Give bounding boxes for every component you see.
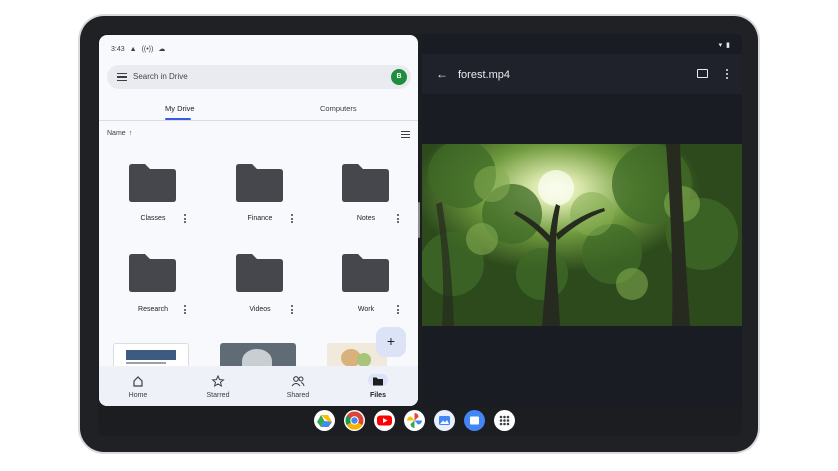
avatar[interactable]: B xyxy=(391,69,407,85)
more-options-icon[interactable] xyxy=(290,214,294,225)
status-bar: 3:43 ▲ ((•)) ☁ xyxy=(111,43,165,55)
forest-video-image xyxy=(422,144,742,326)
tablet-bezel: 3:43 ▲ ((•)) ☁ Search in Drive B My Driv… xyxy=(80,16,758,452)
tab-my-drive[interactable]: My Drive xyxy=(165,104,195,113)
home-icon xyxy=(128,374,148,387)
folder-icon xyxy=(342,164,389,202)
nav-label: Shared xyxy=(286,392,310,399)
app-launcher-icon[interactable] xyxy=(494,410,515,431)
status-icons: ▾ ▮ xyxy=(719,41,730,49)
bottom-navigation: Home Starred Shared Files xyxy=(99,366,418,406)
sort-label: Name xyxy=(107,130,126,137)
video-toolbar: ← forest.mp4 xyxy=(422,54,742,94)
nav-files[interactable]: Files xyxy=(343,366,413,406)
list-view-icon[interactable] xyxy=(401,131,410,138)
drive-tabs: My Drive Computers xyxy=(99,95,418,121)
folder-research[interactable] xyxy=(127,253,177,293)
folder-name: Videos xyxy=(249,306,271,313)
nav-label: Home xyxy=(128,392,148,399)
folder-notes[interactable] xyxy=(340,163,390,203)
folder-icon xyxy=(129,254,176,292)
tab-computers[interactable]: Computers xyxy=(320,104,357,113)
more-options-icon[interactable] xyxy=(396,214,400,225)
video-pane: ▾ ▮ ← forest.mp4 xyxy=(422,34,742,406)
star-icon xyxy=(208,374,228,388)
split-divider-handle[interactable] xyxy=(418,202,420,238)
wifi-icon: ▾ xyxy=(718,42,723,49)
photos-icon[interactable] xyxy=(404,410,425,431)
nav-label: Files xyxy=(370,392,386,399)
more-options-icon[interactable] xyxy=(183,305,187,316)
nav-shared[interactable]: Shared xyxy=(263,366,333,406)
sort-control[interactable]: Name ↑ xyxy=(107,130,132,137)
folder-icon xyxy=(342,254,389,292)
folder-classes[interactable] xyxy=(127,163,177,203)
sort-arrow-icon: ↑ xyxy=(128,130,133,137)
app-dock xyxy=(314,410,515,432)
video-frame[interactable] xyxy=(422,144,742,326)
nav-home[interactable]: Home xyxy=(103,366,173,406)
folder-name: Notes xyxy=(356,215,376,222)
people-icon xyxy=(288,374,308,387)
folder-icon xyxy=(129,164,176,202)
more-options-icon[interactable] xyxy=(725,69,728,80)
chrome-icon[interactable] xyxy=(344,410,365,431)
screen: 3:43 ▲ ((•)) ☁ Search in Drive B My Driv… xyxy=(98,34,742,436)
more-options-icon[interactable] xyxy=(396,305,400,316)
folder-icon xyxy=(236,164,283,202)
video-title: forest.mp4 xyxy=(458,69,510,81)
battery-icon: ▮ xyxy=(726,42,730,49)
new-button[interactable]: + xyxy=(376,327,406,357)
nav-label: Starred xyxy=(206,392,230,399)
menu-icon[interactable] xyxy=(117,73,127,81)
files-app-icon[interactable] xyxy=(464,410,485,431)
youtube-icon[interactable] xyxy=(374,410,395,431)
back-arrow-icon[interactable]: ← xyxy=(436,68,448,80)
folder-icon xyxy=(368,374,388,386)
folder-finance[interactable] xyxy=(234,163,284,203)
folder-name: Research xyxy=(138,306,168,313)
folder-name: Work xyxy=(357,306,375,313)
cloud-icon: ☁ xyxy=(158,45,166,53)
tablet-frame: 3:43 ▲ ((•)) ☁ Search in Drive B My Driv… xyxy=(78,14,760,454)
folder-name: Classes xyxy=(140,215,166,222)
gallery-icon[interactable] xyxy=(434,410,455,431)
status-time: 3:43 xyxy=(111,45,125,53)
search-bar[interactable]: Search in Drive B xyxy=(107,65,411,89)
folder-videos[interactable] xyxy=(234,253,284,293)
cast-icon: ((•)) xyxy=(141,45,154,53)
folder-name: Finance xyxy=(247,215,273,222)
nav-starred[interactable]: Starred xyxy=(183,366,253,406)
more-options-icon[interactable] xyxy=(290,305,294,316)
folder-work[interactable] xyxy=(340,253,390,293)
tab-indicator xyxy=(165,118,191,120)
comment-icon[interactable] xyxy=(697,69,708,78)
more-options-icon[interactable] xyxy=(183,214,187,225)
drive-pane: 3:43 ▲ ((•)) ☁ Search in Drive B My Driv… xyxy=(99,35,418,406)
search-placeholder: Search in Drive xyxy=(133,72,188,81)
warning-icon: ▲ xyxy=(129,45,137,53)
drive-icon[interactable] xyxy=(314,410,335,431)
folder-icon xyxy=(236,254,283,292)
